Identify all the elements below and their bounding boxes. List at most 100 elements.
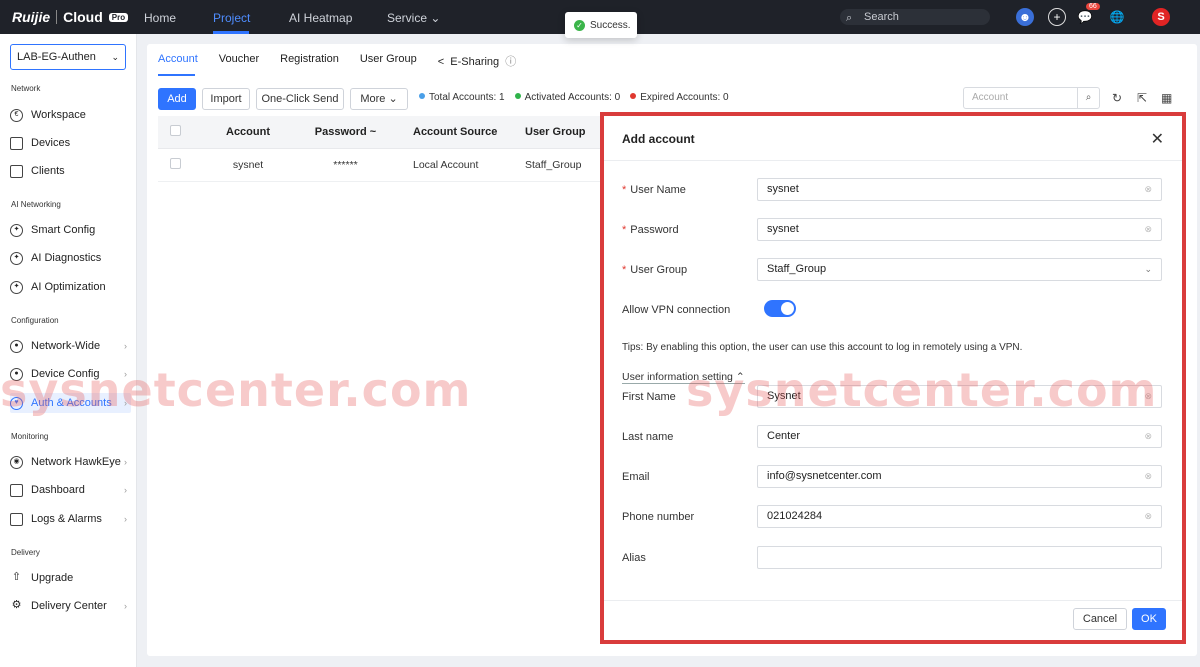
- logo-divider: [56, 10, 58, 24]
- user-group-value: Staff_Group: [767, 263, 827, 275]
- add-circle-icon[interactable]: +: [1048, 8, 1066, 26]
- stat-expired-label: Expired Accounts: 0: [640, 92, 729, 103]
- chevron-right-icon: ›: [124, 601, 127, 611]
- chevron-down-icon: ⌄: [430, 11, 441, 25]
- email-field[interactable]: info@sysnetcenter.com ⊗: [757, 465, 1162, 488]
- project-name: LAB-EG-Authen: [17, 51, 96, 63]
- sidebar-item-label: Upgrade: [31, 572, 74, 584]
- column-account-source: Account Source: [413, 126, 498, 138]
- row-select-cell: [158, 158, 208, 172]
- sidebar-item-ai-diagnostics[interactable]: ✦ AI Diagnostics: [10, 248, 131, 268]
- phone-field[interactable]: 021024284 ⊗: [757, 505, 1162, 528]
- tab-e-sharing[interactable]: < E-Sharing ⓘ: [438, 53, 517, 69]
- sidebar-item-device-config[interactable]: ● Device Config ›: [10, 364, 131, 384]
- user-group-select[interactable]: Staff_Group ⌄: [757, 258, 1162, 281]
- first-name-label: First Name: [622, 391, 676, 403]
- sidebar-item-clients[interactable]: Clients: [10, 161, 131, 181]
- tab-registration[interactable]: Registration: [280, 53, 339, 69]
- table-row[interactable]: sysnet ****** Local Account Staff_Group: [158, 149, 608, 182]
- nav-ai-heatmap[interactable]: AI Heatmap: [289, 11, 352, 25]
- tab-user-group[interactable]: User Group: [360, 53, 417, 69]
- sidebar-item-ai-optimization[interactable]: ✦ AI Optimization: [10, 277, 131, 297]
- clients-icon: [10, 164, 23, 178]
- search-icon[interactable]: ⌕: [1077, 88, 1099, 108]
- account-search-input[interactable]: Account ⌕: [963, 87, 1100, 109]
- user-info-section-toggle[interactable]: User information setting ⌃: [622, 371, 745, 384]
- user-name-label: * User Name: [622, 184, 686, 196]
- chevron-down-icon: ⌄: [111, 52, 119, 62]
- dialog-footer-divider: [604, 600, 1182, 601]
- project-select[interactable]: LAB-EG-Authen ⌄: [10, 44, 126, 70]
- password-label-text: Password: [630, 224, 679, 236]
- user-info-section-label: User information setting: [622, 371, 733, 383]
- close-icon[interactable]: ✕: [1151, 129, 1164, 149]
- row-checkbox[interactable]: [170, 158, 181, 169]
- required-marker: *: [622, 224, 627, 236]
- clear-icon[interactable]: ⊗: [1144, 386, 1152, 407]
- global-search-input[interactable]: ⌕ Search: [840, 9, 990, 25]
- language-globe-icon[interactable]: 🌐: [1108, 8, 1126, 26]
- device-config-icon: ●: [10, 367, 23, 381]
- sidebar-item-dashboard[interactable]: Dashboard ›: [10, 480, 131, 500]
- sidebar-item-label: AI Optimization: [31, 281, 106, 293]
- user-avatar[interactable]: S: [1152, 8, 1170, 26]
- message-icon[interactable]: 💬: [1076, 8, 1094, 26]
- delivery-icon: ⚙: [11, 598, 22, 611]
- stat-total: Total Accounts: 1: [419, 92, 505, 103]
- export-icon[interactable]: ⇱: [1137, 91, 1147, 105]
- alias-field[interactable]: [757, 546, 1162, 569]
- nav-service[interactable]: Service ⌄: [387, 11, 440, 25]
- first-name-field[interactable]: Sysnet ⊗: [757, 385, 1162, 408]
- tab-voucher[interactable]: Voucher: [219, 53, 259, 69]
- sidebar-item-devices[interactable]: Devices: [10, 133, 131, 153]
- sidebar-item-network-wide[interactable]: ● Network-Wide ›: [10, 336, 131, 356]
- info-icon[interactable]: ⓘ: [505, 56, 516, 68]
- more-button[interactable]: More ⌄: [350, 88, 408, 110]
- toggle-visibility-icon[interactable]: ~: [370, 126, 376, 138]
- one-click-send-button[interactable]: One-Click Send: [256, 88, 344, 110]
- eye-icon: ◉: [10, 455, 23, 469]
- activated-dot-icon: [514, 93, 521, 99]
- phone-value: 021024284: [767, 510, 823, 522]
- last-name-field[interactable]: Center ⊗: [757, 425, 1162, 448]
- sidebar-item-smart-config[interactable]: ✦ Smart Config: [10, 220, 131, 240]
- sidebar-item-logs-alarms[interactable]: Logs & Alarms ›: [10, 509, 131, 529]
- clear-icon[interactable]: ⊗: [1144, 466, 1152, 487]
- clear-icon[interactable]: ⊗: [1144, 219, 1152, 240]
- sidebar-item-delivery-center[interactable]: ⚙ Delivery Center ›: [10, 596, 131, 616]
- cancel-button[interactable]: Cancel: [1073, 608, 1127, 630]
- column-settings-icon[interactable]: ▦: [1161, 91, 1172, 105]
- assistant-robot-icon[interactable]: ☻: [1016, 8, 1034, 26]
- clear-icon[interactable]: ⊗: [1144, 426, 1152, 447]
- user-name-value: sysnet: [767, 183, 799, 195]
- ai-diagnostics-icon: ✦: [10, 251, 23, 265]
- ok-button[interactable]: OK: [1132, 608, 1166, 630]
- sidebar-item-auth-accounts[interactable]: ♥ Auth & Accounts ›: [10, 393, 131, 413]
- sidebar-item-workspace[interactable]: € Workspace: [10, 105, 131, 125]
- ruijie-cloud-logo[interactable]: Ruijie Cloud Pro: [12, 9, 129, 25]
- add-button[interactable]: Add: [158, 88, 196, 110]
- nav-home[interactable]: Home: [144, 11, 176, 25]
- clear-icon[interactable]: ⊗: [1144, 179, 1152, 200]
- required-marker: *: [622, 184, 627, 196]
- sidebar-item-network-hawkeye[interactable]: ◉ Network HawkEye ›: [10, 452, 131, 472]
- tab-account[interactable]: Account: [158, 53, 198, 69]
- clear-icon[interactable]: ⊗: [1144, 506, 1152, 527]
- refresh-icon[interactable]: ↻: [1112, 91, 1122, 105]
- vpn-toggle[interactable]: [764, 300, 796, 317]
- search-icon: ⌕: [846, 12, 853, 24]
- sidebar-item-label: Network HawkEye: [31, 456, 121, 468]
- password-field[interactable]: sysnet ⊗: [757, 218, 1162, 241]
- tab-bar: Account Voucher Registration User Group …: [158, 53, 516, 69]
- sidebar-item-label: Delivery Center: [31, 600, 107, 612]
- import-button[interactable]: Import: [202, 88, 250, 110]
- sidebar-item-label: Network-Wide: [31, 340, 101, 352]
- user-name-field[interactable]: sysnet ⊗: [757, 178, 1162, 201]
- select-all-checkbox[interactable]: [170, 125, 181, 136]
- cell-account: sysnet: [232, 159, 264, 171]
- workspace-icon: €: [10, 108, 23, 122]
- column-password: Password ~: [288, 126, 403, 138]
- search-placeholder: Search: [864, 11, 899, 23]
- sidebar-item-upgrade[interactable]: ⇧ Upgrade: [10, 568, 131, 588]
- nav-project[interactable]: Project: [213, 11, 250, 25]
